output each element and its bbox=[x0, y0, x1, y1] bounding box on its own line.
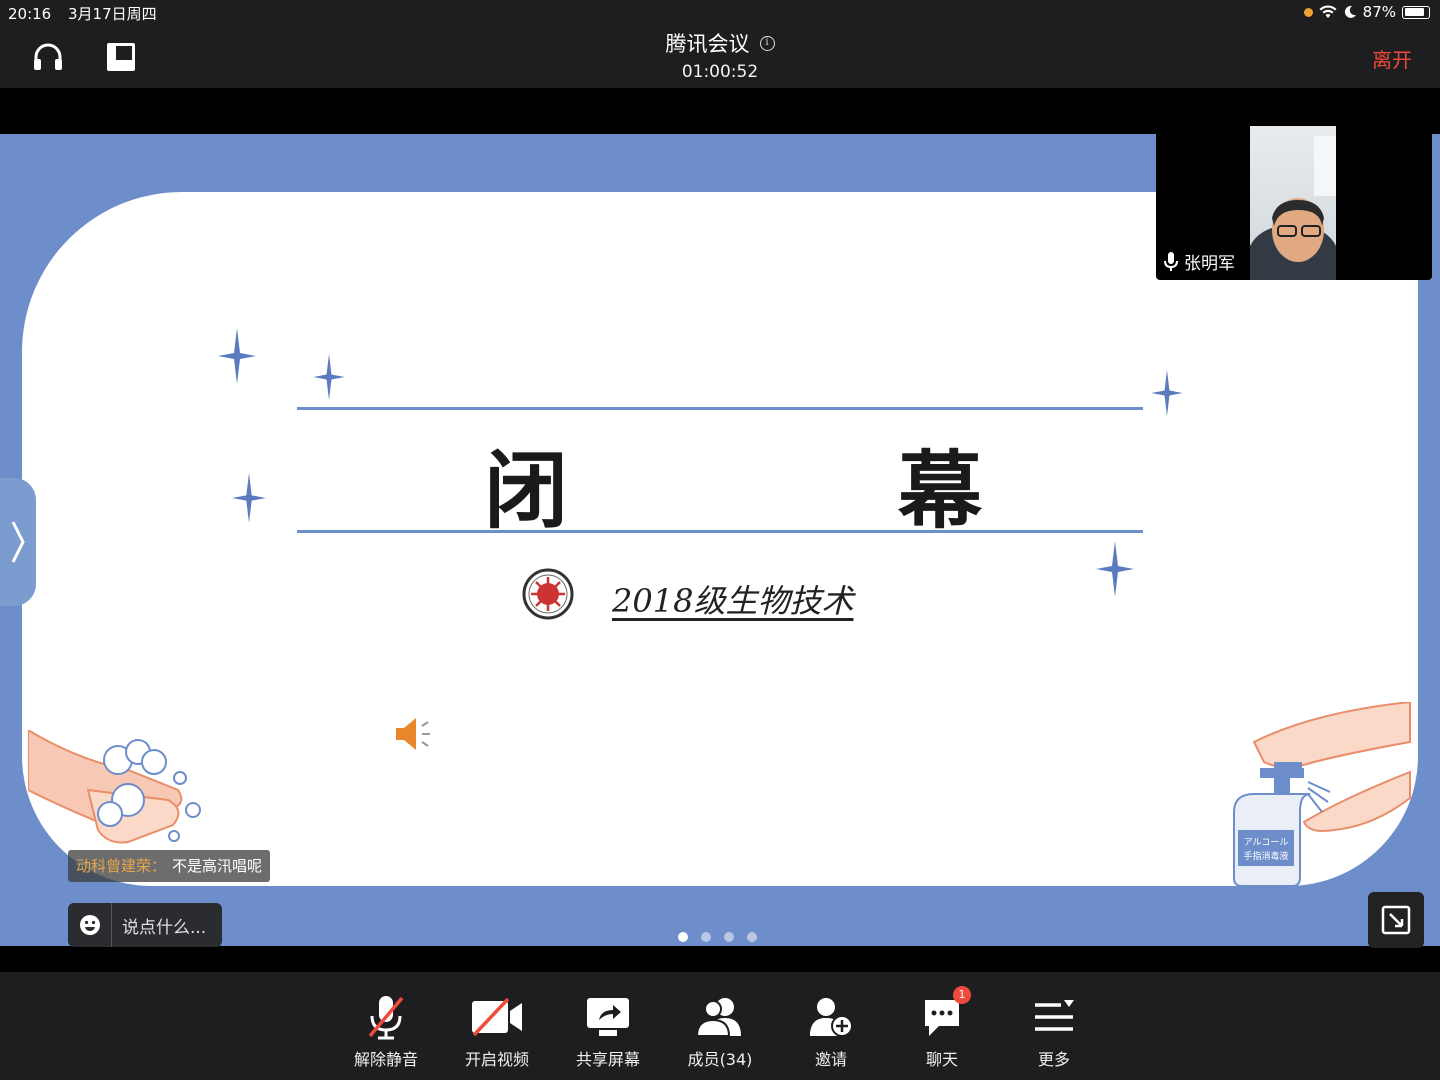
leave-button[interactable]: 离开 bbox=[1372, 44, 1412, 73]
microphone-icon bbox=[1164, 251, 1178, 271]
sparkle-icon bbox=[1096, 541, 1134, 597]
slide-title-char-1: 闭 bbox=[484, 441, 569, 540]
add-user-icon bbox=[810, 998, 853, 1037]
chat-author: 动科曾建荣： bbox=[76, 857, 167, 875]
participant-name-label: 张明军 bbox=[1164, 249, 1235, 274]
chat-text: 不是高汛唱呢 bbox=[172, 857, 263, 875]
chat-input[interactable]: 说点什么... bbox=[68, 903, 222, 947]
virus-logo-icon bbox=[522, 568, 574, 620]
meeting-title-block: 腾讯会议 i 01:00:52 bbox=[0, 28, 1440, 82]
more-menu-icon bbox=[1035, 1000, 1074, 1031]
edit-screen-icon bbox=[1381, 905, 1411, 935]
title-rule-top bbox=[297, 407, 1143, 410]
start-video-label: 开启视频 bbox=[464, 1050, 529, 1069]
share-screen-label: 共享屏幕 bbox=[575, 1050, 640, 1069]
slide-card bbox=[22, 192, 1418, 886]
participant-avatar bbox=[1250, 136, 1336, 280]
page-dot[interactable] bbox=[678, 932, 688, 942]
sparkle-icon bbox=[313, 354, 345, 400]
battery-icon bbox=[1402, 5, 1430, 19]
privacy-indicator-icon bbox=[1303, 7, 1313, 17]
status-left: 20:16 3月17日周四 bbox=[8, 3, 169, 24]
invite-label: 邀请 bbox=[814, 1050, 847, 1069]
video-tile[interactable]: 张明军 bbox=[1156, 126, 1432, 280]
moon-icon bbox=[1344, 5, 1356, 18]
share-screen-button[interactable]: 共享屏幕 bbox=[558, 994, 658, 1070]
sparkle-icon bbox=[218, 328, 256, 384]
info-icon[interactable]: i bbox=[759, 35, 775, 51]
page-dot[interactable] bbox=[747, 932, 757, 942]
status-time: 20:16 bbox=[8, 5, 52, 23]
chat-input-placeholder: 说点什么... bbox=[122, 917, 207, 938]
share-screen-icon bbox=[587, 998, 629, 1036]
unmute-label: 解除静音 bbox=[353, 1050, 418, 1069]
start-video-button[interactable]: 开启视频 bbox=[447, 994, 547, 1070]
video-off-icon bbox=[472, 997, 522, 1037]
slide-subtitle: 2018级生物技术 bbox=[612, 582, 854, 620]
emoji-button[interactable] bbox=[68, 903, 112, 947]
slide-title-char-2: 幕 bbox=[898, 441, 983, 540]
members-button[interactable]: 成员(34) bbox=[670, 994, 770, 1070]
members-icon bbox=[695, 998, 741, 1037]
speaker-icon[interactable] bbox=[394, 714, 434, 754]
bottle-label-line-1: アルコール bbox=[1244, 838, 1289, 848]
meeting-title-text: 腾讯会议 bbox=[665, 32, 750, 56]
meeting-timer: 01:00:52 bbox=[681, 62, 759, 82]
chat-button[interactable]: 1 聊天 bbox=[892, 986, 992, 1070]
chat-unread-badge: 1 bbox=[953, 986, 971, 1004]
slide-page-indicator[interactable] bbox=[678, 932, 757, 942]
sanitizer-illustration: アルコール 手指消毒液 bbox=[1233, 702, 1411, 887]
meeting-toolbar: 解除静音 开启视频 共享屏幕 成员(34) 邀请 1 聊天 更多 bbox=[0, 972, 1440, 1080]
invite-button[interactable]: 邀请 bbox=[781, 994, 881, 1070]
chat-message: 动科曾建荣： 不是高汛唱呢 bbox=[68, 850, 271, 882]
participant-name: 张明军 bbox=[1184, 254, 1235, 274]
washing-hands-illustration bbox=[28, 730, 201, 844]
meeting-header: 腾讯会议 i 01:00:52 离开 bbox=[0, 26, 1440, 88]
members-label: 成员(34) bbox=[687, 1050, 753, 1069]
emoji-icon bbox=[79, 915, 100, 935]
status-bar: 20:16 3月17日周四 87% bbox=[0, 0, 1440, 26]
battery-percent: 87% bbox=[1362, 3, 1396, 21]
sparkle-icon bbox=[1151, 370, 1183, 416]
page-dot[interactable] bbox=[701, 932, 711, 942]
chevron-right-icon bbox=[11, 521, 25, 563]
participant-video bbox=[1250, 126, 1336, 280]
mic-muted-icon bbox=[368, 996, 404, 1040]
chat-label: 聊天 bbox=[925, 1050, 958, 1069]
wifi-icon bbox=[1319, 5, 1337, 18]
title-rule-bottom bbox=[297, 530, 1143, 533]
meeting-title[interactable]: 腾讯会议 i bbox=[666, 28, 775, 58]
collapse-panel-handle[interactable] bbox=[0, 478, 36, 606]
more-label: 更多 bbox=[1037, 1050, 1070, 1069]
sparkle-icon bbox=[232, 472, 266, 524]
unmute-button[interactable]: 解除静音 bbox=[336, 994, 436, 1070]
bottle-label-line-2: 手指消毒液 bbox=[1243, 850, 1288, 862]
battery-fill bbox=[1404, 8, 1424, 16]
status-date: 3月17日周四 bbox=[68, 5, 157, 23]
more-button[interactable]: 更多 bbox=[1004, 994, 1104, 1070]
annotate-button[interactable] bbox=[1368, 892, 1424, 948]
status-right: 87% bbox=[1303, 3, 1430, 21]
page-dot[interactable] bbox=[724, 932, 734, 942]
